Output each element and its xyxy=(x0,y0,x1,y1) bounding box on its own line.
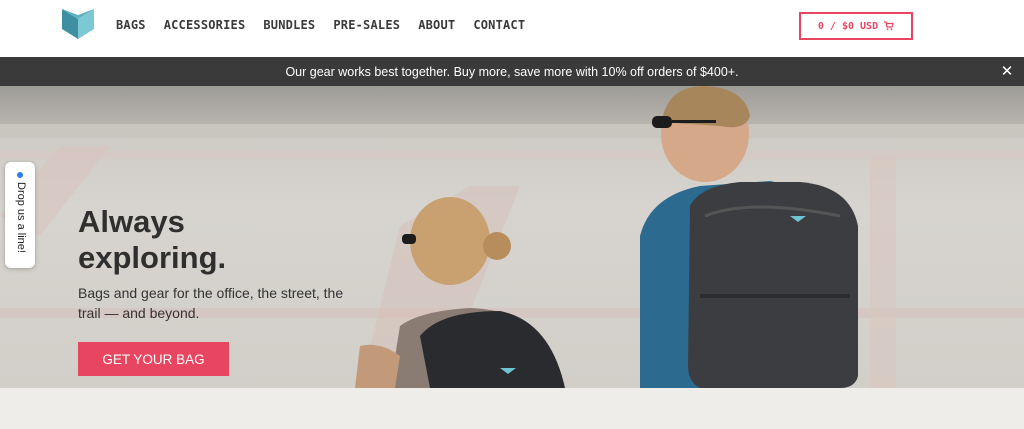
hero-banner: Always exploring. Bags and gear for the … xyxy=(0,86,1024,388)
side-tab-label: Drop us a line! xyxy=(15,182,27,253)
cart-label: 0 / $0 USD xyxy=(817,20,879,32)
nav-item-accessories[interactable]: ACCESSORIES xyxy=(164,18,246,32)
below-hero-section xyxy=(0,388,1024,429)
drop-us-a-line-tab[interactable]: Drop us a line! xyxy=(5,162,35,268)
nav-item-about[interactable]: ABOUT xyxy=(418,18,455,32)
close-icon[interactable]: ✕ xyxy=(998,62,1016,80)
cart-icon xyxy=(884,21,894,31)
nav-item-pre-sales[interactable]: PRE-SALES xyxy=(333,18,400,32)
hero-title: Always exploring. xyxy=(78,204,227,275)
hero-subtitle: Bags and gear for the office, the street… xyxy=(78,285,344,321)
announcement-bar: Our gear works best together. Buy more, … xyxy=(0,57,1024,86)
nav-item-bags[interactable]: BAGS xyxy=(116,18,146,32)
main-nav: BAGS ACCESSORIES BUNDLES PRE-SALES ABOUT… xyxy=(116,18,543,32)
status-dot-icon xyxy=(17,172,23,178)
brand-logo-icon[interactable] xyxy=(62,9,94,39)
cart-button[interactable]: 0 / $0 USD xyxy=(799,12,913,40)
get-your-bag-button[interactable]: GET YOUR BAG xyxy=(78,342,229,376)
site-header: BAGS ACCESSORIES BUNDLES PRE-SALES ABOUT… xyxy=(0,0,1024,57)
nav-item-bundles[interactable]: BUNDLES xyxy=(263,18,315,32)
announcement-text: Our gear works best together. Buy more, … xyxy=(285,64,739,79)
nav-item-contact[interactable]: CONTACT xyxy=(473,18,525,32)
